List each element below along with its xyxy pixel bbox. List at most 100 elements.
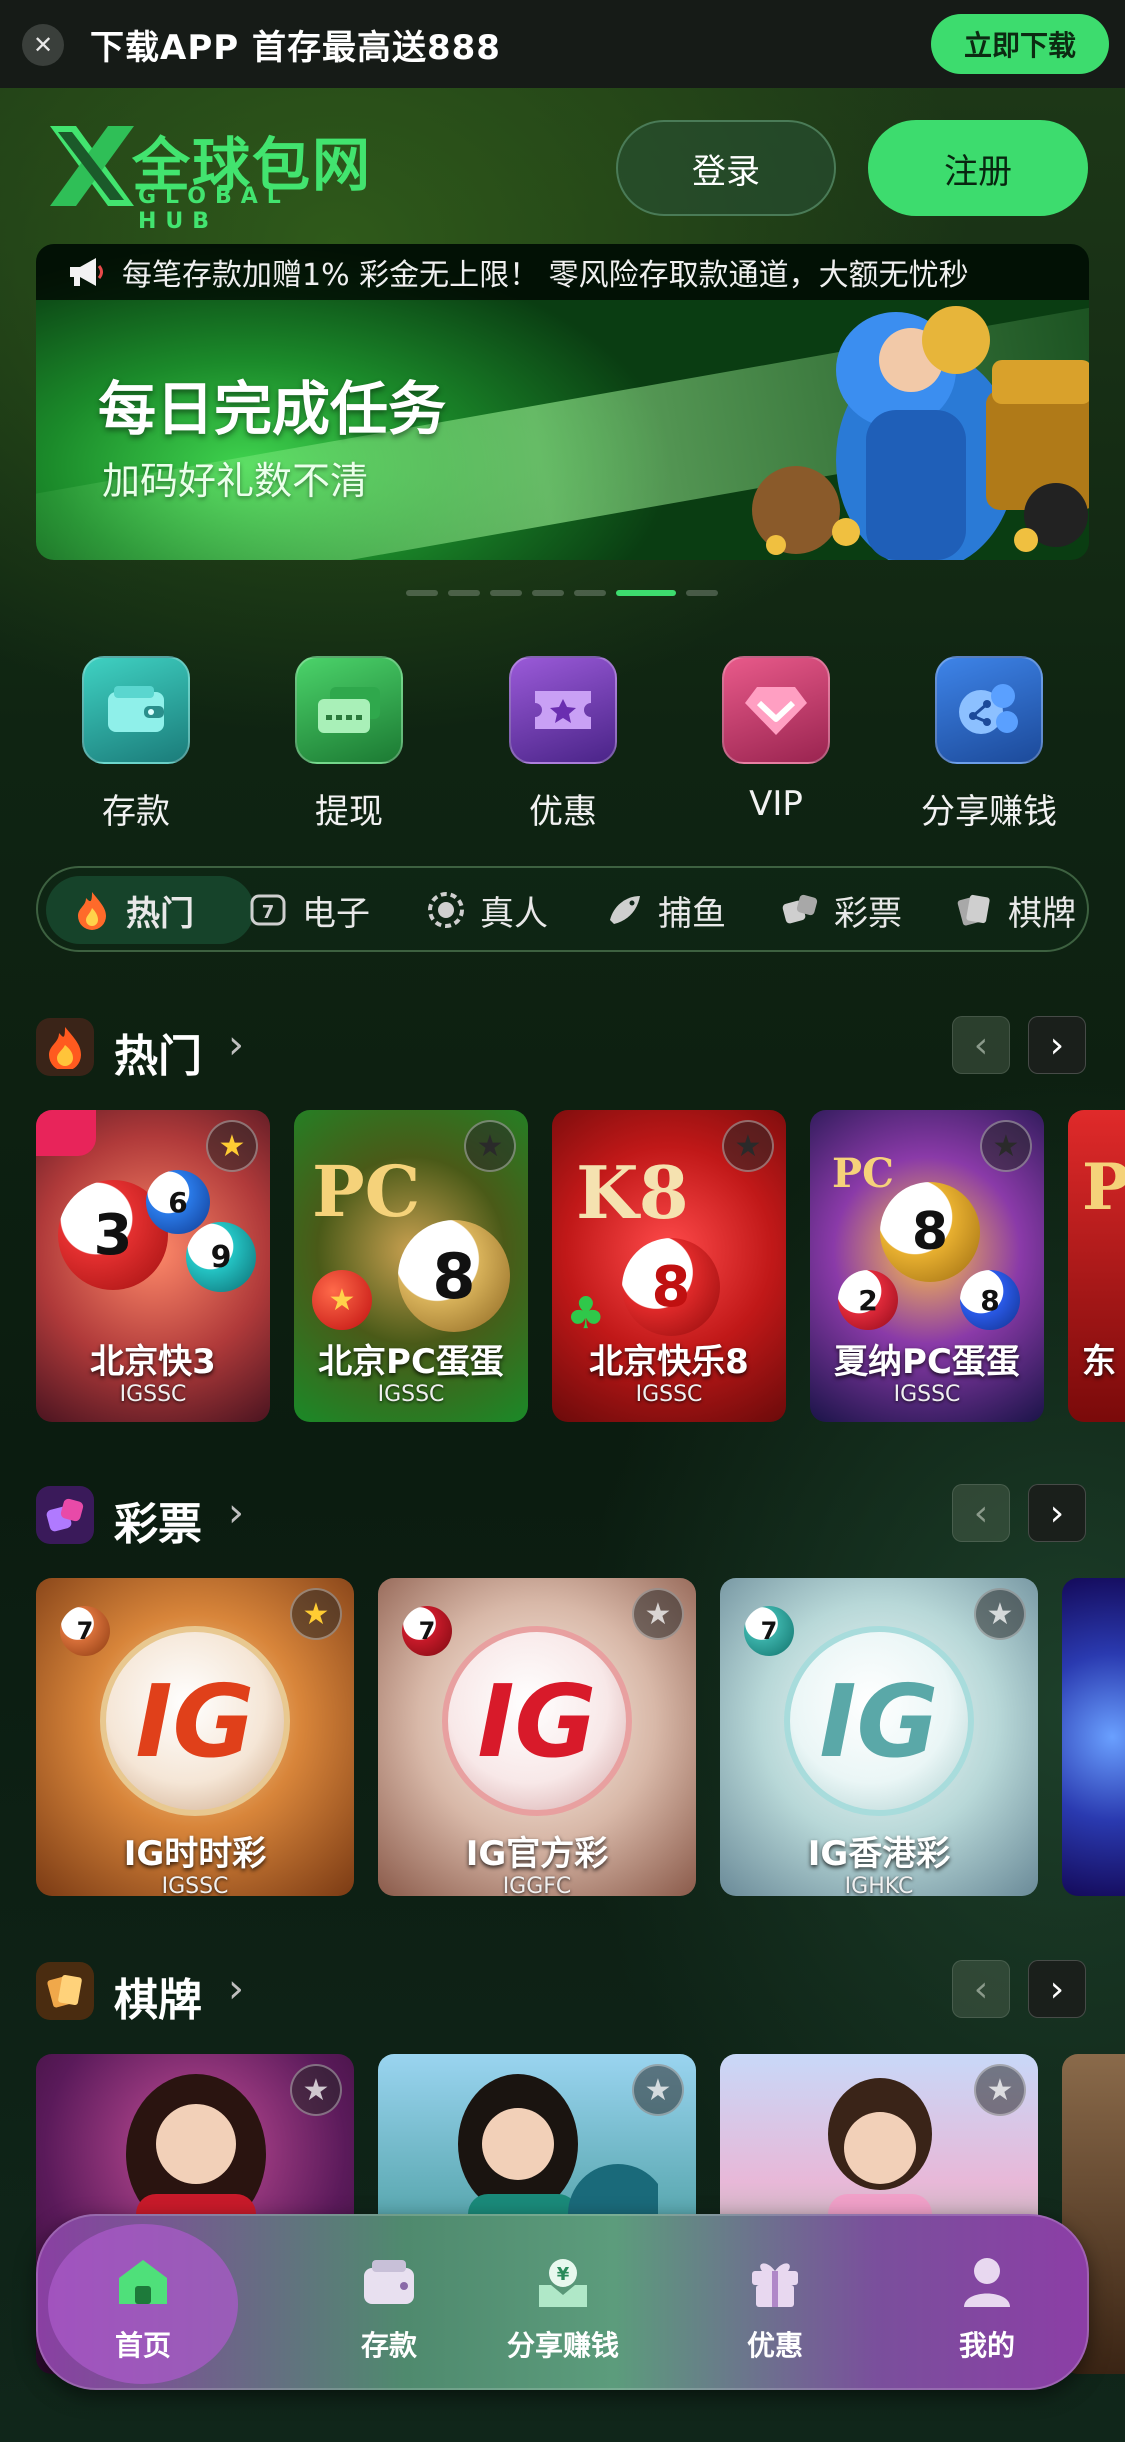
nav-share-earn[interactable]: ¥ 分享赚钱	[458, 2216, 668, 2392]
tab-label: 彩票	[834, 893, 902, 934]
ticker-text: 每笔存款加赠1% 彩金无上限！ 零风险存取款通道，大额无忧秒	[122, 258, 969, 293]
cards-icon	[36, 1962, 94, 2020]
download-bar: ✕ 下载APP 首存最高送888 立即下载	[0, 0, 1125, 88]
quick-action-label: VIP	[749, 784, 803, 824]
clover-icon: ♣	[566, 1288, 606, 1339]
nav-home[interactable]: 首页	[48, 2224, 238, 2384]
game-name: 北京快乐8	[589, 1342, 749, 1382]
game-code: IGSSC	[161, 1874, 229, 1896]
game-card[interactable]: PC 8 2 8 ★ 夏纳PC蛋蛋 IGSSC	[810, 1110, 1044, 1422]
favorite-star-icon[interactable]: ★	[974, 2064, 1026, 2116]
promo-banner[interactable]: 每笔存款加赠1% 彩金无上限！ 零风险存取款通道，大额无忧秒 每日完成任务 加码…	[36, 244, 1089, 560]
favorite-star-icon[interactable]: ★	[206, 1120, 258, 1172]
tab-live[interactable]: 真人	[426, 876, 548, 944]
ticket-icon	[509, 656, 617, 764]
game-art-text: K8	[576, 1150, 689, 1235]
game-card[interactable]: P 东	[1068, 1110, 1125, 1422]
game-art-text: P	[1082, 1150, 1125, 1225]
card-icon	[295, 656, 403, 764]
carousel-dot[interactable]	[448, 590, 480, 596]
quick-action-share-earn[interactable]: 分享赚钱	[889, 656, 1089, 836]
game-card[interactable]: IG 7 ★ IG香港彩 IGHKC	[720, 1578, 1038, 1896]
section-title: 彩票	[114, 1499, 202, 1550]
game-name: 东	[1082, 1342, 1116, 1382]
register-button[interactable]: 注册	[868, 120, 1088, 216]
quick-action-label: 分享赚钱	[921, 792, 1057, 832]
game-card[interactable]: 3 6 9 ★ 北京快3 IGSSC	[36, 1110, 270, 1422]
home-icon	[113, 2252, 173, 2312]
nav-promotions[interactable]: 优惠	[670, 2216, 880, 2392]
quick-action-label: 优惠	[529, 792, 597, 832]
game-name: 北京快3	[90, 1342, 216, 1382]
close-icon[interactable]: ✕	[22, 24, 64, 66]
favorite-star-icon[interactable]: ★	[722, 1120, 774, 1172]
download-prompt-text: 下载APP 首存最高送888	[90, 28, 501, 68]
carousel-dot[interactable]	[532, 590, 564, 596]
quick-action-promotions[interactable]: 优惠	[463, 656, 663, 836]
tab-chess-cards[interactable]: 棋牌	[954, 876, 1076, 944]
game-code: IGHKC	[844, 1874, 914, 1896]
ig-logo: IG	[784, 1626, 974, 1816]
favorite-star-icon[interactable]: ★	[632, 1588, 684, 1640]
login-button[interactable]: 登录	[616, 120, 836, 216]
logo-subtitle: GLOBAL HUB	[138, 184, 290, 234]
quick-action-label: 提现	[315, 792, 383, 832]
ball-graphic: 7	[60, 1606, 110, 1656]
fire-icon	[36, 1018, 94, 1076]
game-name: IG香港彩	[807, 1834, 951, 1874]
favorite-star-icon[interactable]: ★	[290, 1588, 342, 1640]
wallet-icon	[82, 656, 190, 764]
favorite-star-icon[interactable]: ★	[290, 2064, 342, 2116]
favorite-star-icon[interactable]: ★	[980, 1120, 1032, 1172]
share-money-icon: ¥	[533, 2252, 593, 2312]
carousel-dot[interactable]	[574, 590, 606, 596]
wallet-icon	[359, 2252, 419, 2312]
category-tabs: 热门 7 电子 真人 捕鱼 彩票 棋牌	[36, 866, 1089, 952]
prev-arrow-button[interactable]: ‹	[952, 1484, 1010, 1542]
tab-electronic[interactable]: 7 电子	[248, 876, 370, 944]
game-card[interactable]: K8 8 ♣ ★ 北京快乐8 IGSSC	[552, 1110, 786, 1422]
banner-title: 每日完成任务	[98, 375, 447, 443]
favorite-star-icon[interactable]: ★	[632, 2064, 684, 2116]
favorite-star-icon[interactable]: ★	[464, 1120, 516, 1172]
carousel-dot-active[interactable]	[616, 590, 676, 596]
next-arrow-button[interactable]: ›	[1028, 1484, 1086, 1542]
chevron-right-icon[interactable]: ›	[228, 1022, 244, 1068]
chevron-right-icon[interactable]: ›	[228, 1966, 244, 2012]
tab-lottery[interactable]: 彩票	[780, 876, 902, 944]
game-name: IG时时彩	[123, 1834, 267, 1874]
gift-icon	[745, 2252, 805, 2312]
quick-action-vip[interactable]: VIP	[676, 656, 876, 836]
next-arrow-button[interactable]: ›	[1028, 1016, 1086, 1074]
game-card[interactable]	[1062, 1578, 1125, 1896]
ball-graphic: 7	[744, 1606, 794, 1656]
favorite-star-icon[interactable]: ★	[974, 1588, 1026, 1640]
tab-hot[interactable]: 热门	[46, 876, 254, 944]
quick-action-deposit[interactable]: 存款	[36, 656, 236, 836]
carousel-dot[interactable]	[490, 590, 522, 596]
quick-action-label: 存款	[102, 792, 170, 832]
tab-label: 电子	[302, 893, 370, 934]
game-card[interactable]: PC 8 ★ ★ 北京PC蛋蛋 IGSSC	[294, 1110, 528, 1422]
prev-arrow-button[interactable]: ‹	[952, 1016, 1010, 1074]
carousel-dots	[406, 590, 718, 596]
chevron-right-icon[interactable]: ›	[228, 1490, 244, 1536]
next-arrow-button[interactable]: ›	[1028, 1960, 1086, 2018]
megaphone-icon	[70, 258, 103, 286]
tab-fishing[interactable]: 捕鱼	[604, 876, 726, 944]
ball-graphic: 8	[960, 1270, 1020, 1330]
carousel-dot[interactable]	[406, 590, 438, 596]
nav-profile[interactable]: 我的	[882, 2216, 1092, 2392]
announcement-ticker[interactable]: 每笔存款加赠1% 彩金无上限！ 零风险存取款通道，大额无忧秒	[36, 244, 1089, 300]
quick-action-withdraw[interactable]: 提现	[249, 656, 449, 836]
game-card[interactable]: IG 7 ★ IG官方彩 IGGFC	[378, 1578, 696, 1896]
download-app-button[interactable]: 立即下载	[931, 14, 1109, 74]
section-title: 热门	[114, 1031, 202, 1082]
tab-label: 捕鱼	[658, 893, 726, 934]
carousel-dot[interactable]	[686, 590, 718, 596]
quick-actions: 存款 提现 优惠 VIP 分享赚钱	[36, 656, 1089, 836]
prev-arrow-button[interactable]: ‹	[952, 1960, 1010, 2018]
game-card[interactable]: IG 7 ★ IG时时彩 IGSSC	[36, 1578, 354, 1896]
ball-graphic: 2	[838, 1270, 898, 1330]
ball-graphic: 8	[622, 1238, 720, 1336]
